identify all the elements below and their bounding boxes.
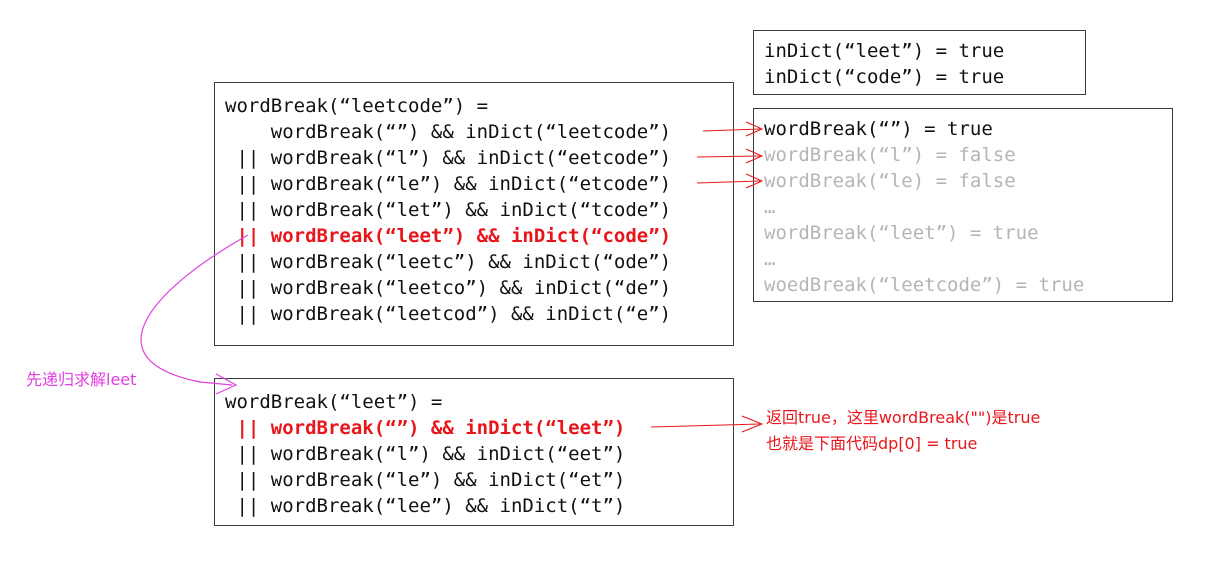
- red-arrow-return: [650, 415, 764, 433]
- arrows-overlay: [140, 121, 764, 433]
- red-arrow-1: [702, 121, 764, 137]
- red-arrow-3: [696, 173, 764, 189]
- red-arrow-2: [696, 148, 764, 164]
- recursion-curve: [140, 234, 249, 395]
